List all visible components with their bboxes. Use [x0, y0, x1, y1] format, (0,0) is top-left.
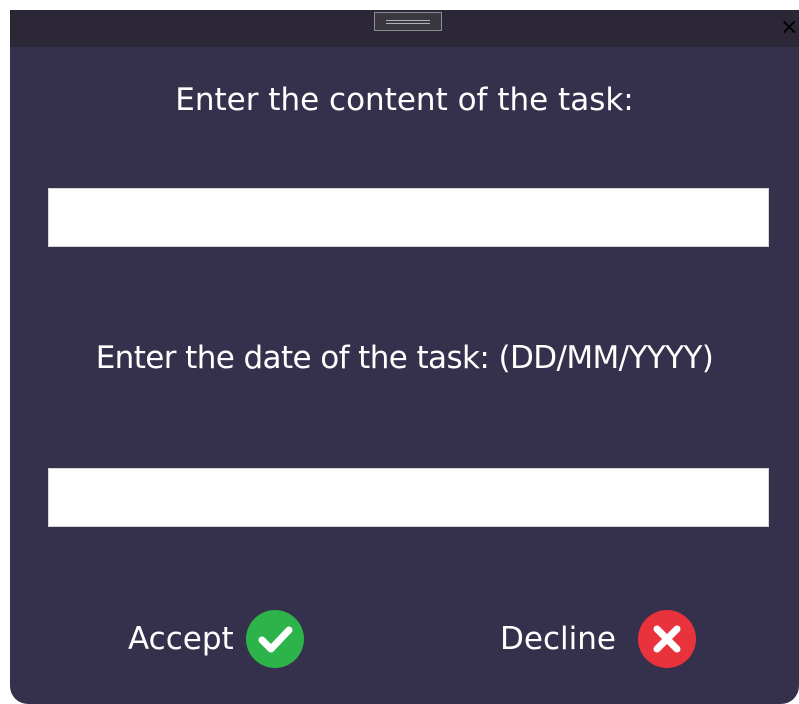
decline-button[interactable]: Decline: [500, 608, 696, 670]
close-icon[interactable]: ×: [780, 15, 799, 41]
date-input[interactable]: [48, 468, 769, 527]
drag-handle-icon[interactable]: [374, 12, 442, 31]
check-circle-icon[interactable]: [245, 610, 304, 668]
task-dialog: × Enter the content of the task: Enter t…: [10, 10, 799, 704]
accept-button-label: Accept: [128, 621, 234, 657]
content-label: Enter the content of the task:: [175, 82, 634, 118]
date-label: Enter the date of the task: (DD/MM/YYYY): [95, 340, 714, 376]
accept-button[interactable]: Accept: [128, 608, 304, 670]
decline-button-label: Decline: [500, 621, 616, 657]
content-input[interactable]: [48, 188, 769, 247]
x-circle-icon[interactable]: [637, 610, 696, 668]
drag-handle-line: [386, 20, 430, 21]
drag-handle-line: [386, 23, 430, 24]
title-bar[interactable]: ×: [10, 10, 799, 47]
